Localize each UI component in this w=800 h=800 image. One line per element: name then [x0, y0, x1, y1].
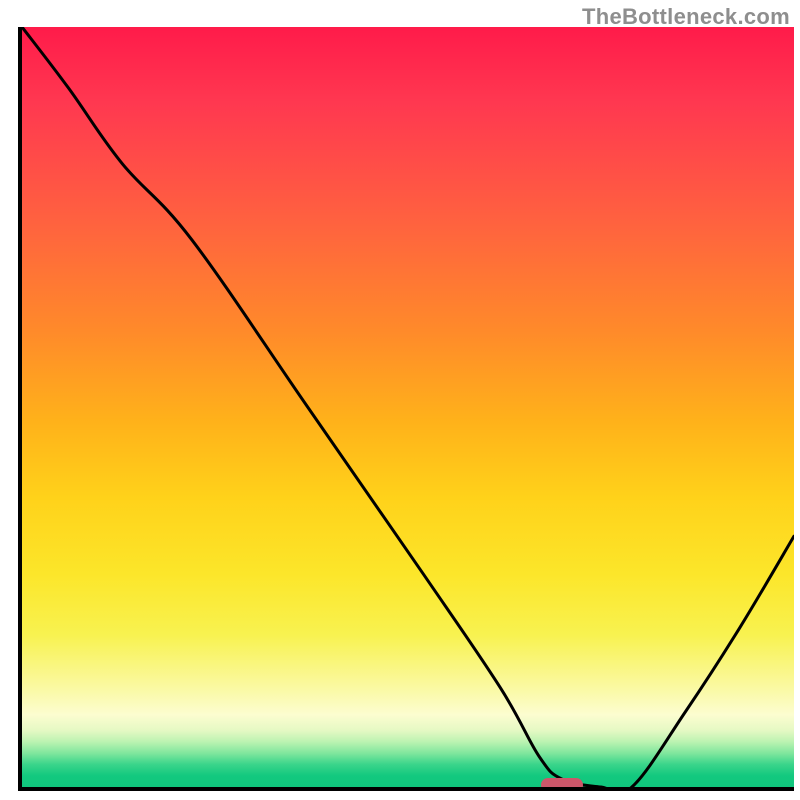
plot-area — [18, 27, 794, 791]
optimal-marker — [541, 778, 583, 791]
chart-frame: TheBottleneck.com — [0, 0, 800, 800]
background-gradient — [22, 27, 794, 787]
